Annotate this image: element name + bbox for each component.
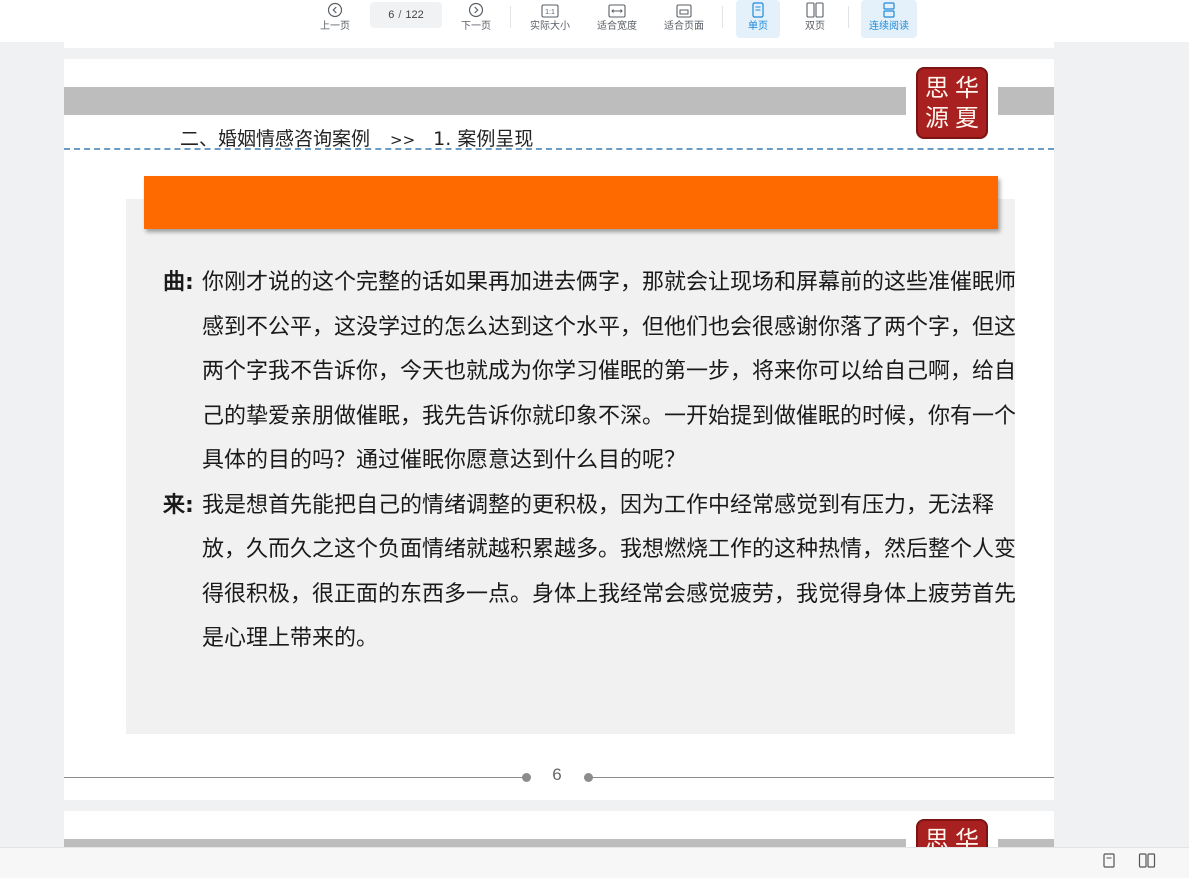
continuous-reading-label: 连续阅读 [869, 21, 909, 32]
seal-char: 夏 [955, 104, 979, 132]
current-page-input[interactable]: 6 [388, 9, 394, 21]
toolbar-divider [848, 6, 849, 28]
breadcrumb-arrow: >> [390, 131, 416, 149]
fit-page-label: 适合页面 [664, 21, 704, 32]
section-title: 二、婚姻情感咨询案例 [180, 128, 371, 150]
dialog-paragraph: 来: 我是想首先能把自己的情绪调整的更积极，因为工作中经常感觉到有压力，无法释放… [163, 484, 1023, 662]
fit-width-label: 适合宽度 [597, 21, 637, 32]
footer-rule-right [590, 777, 1054, 778]
viewer-toolbar: 上一页 6 / 122 下一页 1:1 实际大小 适合宽度 适合页面 单页 双页… [0, 0, 1189, 42]
actual-size-label: 实际大小 [530, 21, 570, 32]
seal-logo: 思 华 源 夏 [916, 67, 988, 139]
breadcrumb: 二、婚姻情感咨询案例 >> 1. 案例呈现 [180, 124, 533, 151]
double-page-label: 双页 [805, 21, 825, 32]
fit-page-icon [676, 4, 692, 18]
footer-dot [522, 773, 531, 782]
toolbar-divider [510, 6, 511, 28]
seal-char: 华 [955, 74, 979, 102]
header-divider [64, 148, 1054, 150]
next-page-button[interactable]: 下一页 [454, 0, 498, 38]
subsection-title: 1. 案例呈现 [433, 128, 534, 150]
dialog-paragraph: 曲: 你刚才说的这个完整的话如果再加进去俩字，那就会让现场和屏幕前的这些准催眠师… [163, 261, 1023, 484]
speaker-label: 来: [163, 492, 194, 518]
dialog-text: 曲: 你刚才说的这个完整的话如果再加进去俩字，那就会让现场和屏幕前的这些准催眠师… [163, 261, 1023, 662]
next-page-label: 下一页 [461, 21, 491, 32]
speaker-label: 曲: [163, 270, 194, 295]
single-page-icon [752, 2, 764, 18]
single-page-view-icon[interactable] [1102, 852, 1116, 870]
dialog-line: 我是想首先能把自己的情绪调整的更积极，因为工作中经常感觉到有压力，无法释放，久而… [202, 492, 1017, 652]
fit-width-button[interactable]: 适合宽度 [590, 0, 644, 38]
total-pages: 122 [405, 9, 424, 21]
double-page-button[interactable]: 双页 [794, 0, 836, 38]
fit-page-button[interactable]: 适合页面 [657, 0, 711, 38]
double-page-view-icon[interactable] [1138, 852, 1156, 870]
double-page-icon [806, 2, 824, 18]
svg-text:1:1: 1:1 [545, 9, 555, 16]
page-indicator[interactable]: 6 / 122 [370, 2, 442, 28]
page-separator: / [398, 9, 402, 21]
status-bar [0, 847, 1189, 878]
prev-page-button[interactable]: 上一页 [313, 0, 357, 38]
toolbar-divider [722, 6, 723, 28]
document-page: 思 华 源 夏 二、婚姻情感咨询案例 >> 1. 案例呈现 曲: 你刚才说的这个完整… [64, 59, 1054, 800]
seal-char: 源 [925, 104, 949, 132]
single-page-button[interactable]: 单页 [736, 0, 780, 38]
chevron-left-circle-icon [327, 2, 343, 18]
fit-width-icon [608, 4, 626, 18]
continuous-reading-button[interactable]: 连续阅读 [861, 0, 917, 38]
dialog-line: 你刚才说的这个完整的话如果再加进去俩字，那就会让现场和屏幕前的这些准催眠师感到不… [202, 270, 1017, 473]
actual-size-button[interactable]: 1:1 实际大小 [522, 0, 578, 38]
single-page-label: 单页 [748, 21, 768, 32]
page-number: 6 [552, 765, 562, 784]
chevron-right-circle-icon [468, 2, 484, 18]
prev-page-label: 上一页 [320, 21, 350, 32]
footer-rule-left [64, 777, 526, 778]
orange-banner [144, 176, 998, 229]
continuous-scroll-icon [883, 2, 895, 18]
seal-char: 思 [925, 74, 949, 102]
actual-size-icon: 1:1 [541, 4, 559, 18]
